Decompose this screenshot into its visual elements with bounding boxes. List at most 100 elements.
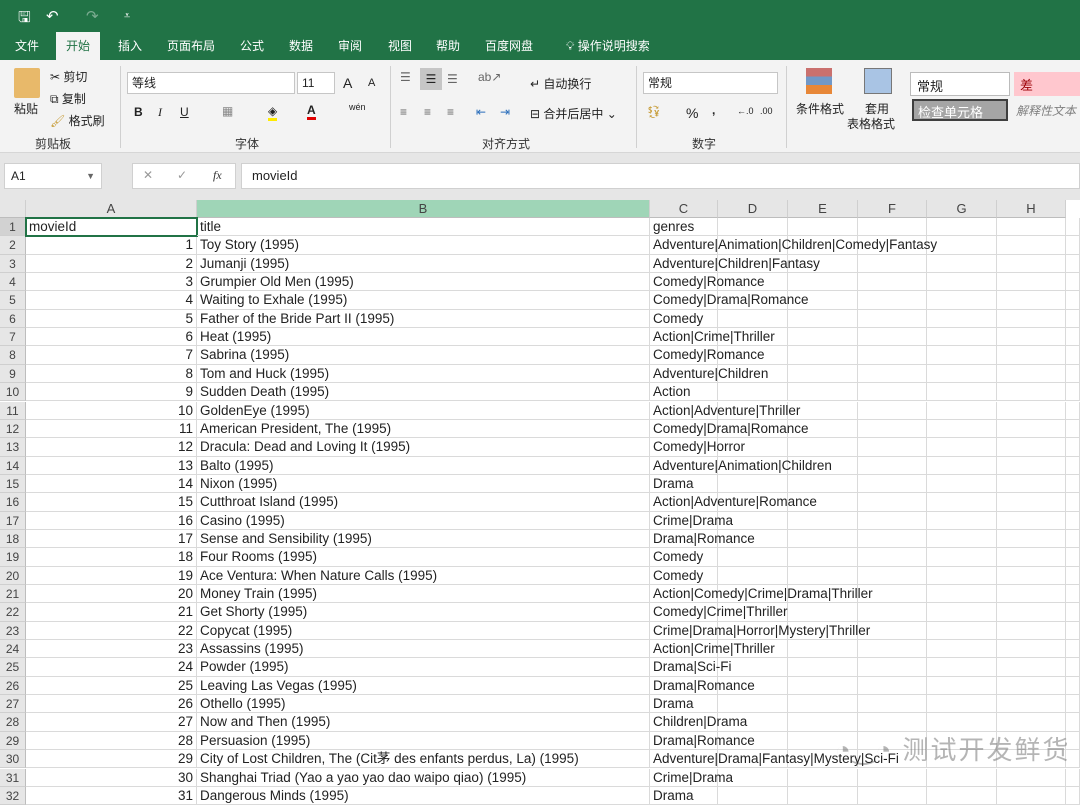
style-check-cell[interactable]: 检查单元格 [912, 99, 1008, 121]
cell[interactable] [858, 254, 927, 274]
cell[interactable] [997, 658, 1066, 677]
tab-baidu[interactable]: 百度网盘 [475, 32, 543, 60]
cell[interactable] [1066, 786, 1080, 805]
cell[interactable] [997, 786, 1066, 805]
cell[interactable] [927, 218, 997, 237]
font-size-select[interactable]: 11 [297, 72, 335, 94]
cell[interactable]: 26 [26, 695, 197, 714]
redo-icon[interactable]: ↷ [86, 7, 99, 25]
cell[interactable] [997, 438, 1066, 457]
cell[interactable]: 29 [26, 750, 197, 769]
cell[interactable] [997, 401, 1066, 420]
cell[interactable] [858, 695, 927, 714]
cell[interactable] [788, 548, 858, 567]
cell[interactable] [718, 786, 788, 805]
column-header-D[interactable]: D [718, 200, 788, 218]
cell[interactable] [858, 676, 927, 696]
row-header[interactable]: 20 [0, 566, 26, 585]
cell[interactable] [788, 529, 858, 549]
cell[interactable] [927, 493, 997, 512]
row-header[interactable]: 14 [0, 456, 26, 475]
row-header[interactable]: 1 [0, 218, 26, 237]
cell[interactable] [997, 456, 1066, 475]
cell[interactable]: Now and Then (1995) [197, 713, 650, 732]
cell[interactable]: 31 [26, 786, 197, 805]
font-name-select[interactable]: 等线 [127, 72, 295, 94]
cell[interactable] [858, 364, 927, 384]
cell[interactable]: 4 [26, 291, 197, 310]
cell[interactable] [997, 346, 1066, 365]
cell[interactable]: Action|Adventure|Thriller [650, 401, 800, 420]
cell[interactable]: Comedy|Romance [650, 346, 765, 365]
cell[interactable] [997, 768, 1066, 787]
row-header[interactable]: 4 [0, 273, 26, 292]
cell[interactable]: Four Rooms (1995) [197, 548, 650, 567]
cell[interactable]: 24 [26, 658, 197, 677]
cell[interactable]: Heat (1995) [197, 328, 650, 347]
paste-button[interactable]: 粘贴 [14, 100, 38, 117]
cell[interactable]: Jumanji (1995) [197, 254, 650, 274]
align-middle-icon[interactable]: ☰ [420, 68, 442, 90]
cell[interactable] [1066, 383, 1080, 402]
cell[interactable]: 1 [26, 236, 197, 255]
cell[interactable]: Comedy [650, 566, 718, 585]
cell[interactable] [927, 401, 997, 420]
cell[interactable]: Drama [650, 695, 718, 714]
row-header[interactable]: 21 [0, 585, 26, 604]
cell[interactable]: 16 [26, 511, 197, 530]
cell[interactable] [927, 456, 997, 475]
cell[interactable]: Dangerous Minds (1995) [197, 786, 650, 805]
cell[interactable] [1066, 328, 1080, 347]
cell[interactable]: Assassins (1995) [197, 640, 650, 659]
cell[interactable]: Drama [650, 474, 718, 494]
tab-data[interactable]: 数据 [279, 32, 323, 60]
table-format-label-2[interactable]: 表格格式 [847, 115, 895, 132]
cell[interactable] [858, 768, 927, 787]
cell[interactable] [1066, 456, 1080, 475]
chevron-down-icon[interactable]: ▼ [86, 164, 95, 188]
row-header[interactable]: 25 [0, 658, 26, 677]
row-header[interactable]: 16 [0, 493, 26, 512]
cell[interactable]: Adventure|Animation|Children [650, 456, 832, 475]
cell[interactable] [858, 346, 927, 365]
column-header-F[interactable]: F [858, 200, 927, 218]
cell[interactable] [927, 768, 997, 787]
cell[interactable] [788, 695, 858, 714]
cell[interactable] [927, 383, 997, 402]
cell[interactable]: 10 [26, 401, 197, 420]
style-explanatory[interactable]: 解释性文本 [1016, 102, 1076, 119]
row-header[interactable]: 17 [0, 511, 26, 530]
row-header[interactable]: 12 [0, 419, 26, 439]
cell[interactable]: 15 [26, 493, 197, 512]
currency-icon[interactable]: 💱︎ [646, 105, 661, 119]
cell[interactable]: Drama|Romance [650, 676, 755, 696]
cell[interactable]: Comedy [650, 309, 718, 329]
cell[interactable] [927, 676, 997, 696]
cell[interactable] [927, 236, 997, 255]
column-header-E[interactable]: E [788, 200, 858, 218]
formula-input[interactable]: movieId [241, 163, 1080, 189]
row-header[interactable]: 31 [0, 768, 26, 787]
cell[interactable]: Shanghai Triad (Yao a yao yao dao waipo … [197, 768, 650, 787]
cell[interactable]: Adventure|Drama|Fantasy|Mystery|Sci-Fi [650, 750, 899, 769]
column-header-C[interactable]: C [650, 200, 718, 218]
align-left-icon[interactable]: ≡ [400, 105, 407, 119]
cell[interactable] [858, 309, 927, 329]
cell[interactable] [788, 640, 858, 659]
conditional-format-button[interactable]: 条件格式 [796, 100, 844, 117]
cell[interactable] [788, 383, 858, 402]
cell[interactable] [718, 309, 788, 329]
increase-indent-icon[interactable]: ⇥ [500, 105, 510, 119]
cell[interactable] [858, 529, 927, 549]
cell[interactable] [927, 640, 997, 659]
format-painter-button[interactable]: 🖌︎ 格式刷 [50, 112, 105, 129]
cell[interactable] [927, 254, 997, 274]
cell[interactable] [927, 438, 997, 457]
align-right-icon[interactable]: ≡ [447, 105, 454, 119]
cell[interactable] [1066, 474, 1080, 494]
align-center-icon[interactable]: ≡ [424, 105, 431, 119]
cell[interactable] [1066, 364, 1080, 384]
cell[interactable]: 7 [26, 346, 197, 365]
cell[interactable]: Comedy|Romance [650, 273, 765, 292]
cell[interactable] [997, 548, 1066, 567]
